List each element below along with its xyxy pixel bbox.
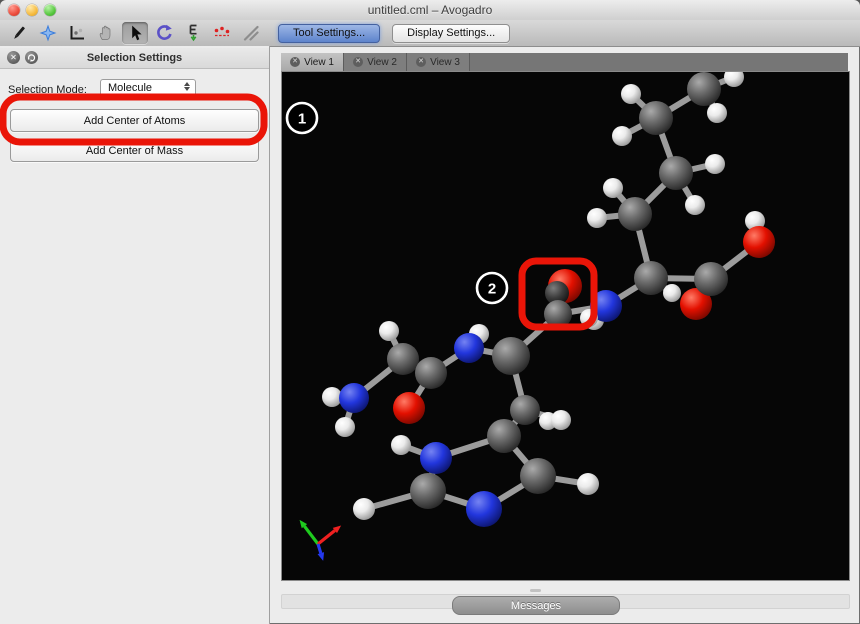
tool-settings-button[interactable]: Tool Settings... xyxy=(278,24,380,43)
title-bar: untitled.cml – Avogadro xyxy=(0,0,860,21)
selection-tool-button[interactable] xyxy=(122,22,148,44)
tab-view-1[interactable]: ✕ View 1 xyxy=(281,53,344,71)
dropdown-stepper-icon xyxy=(184,82,190,91)
atom-layer xyxy=(322,72,775,527)
display-settings-button[interactable]: Display Settings... xyxy=(392,24,510,43)
tab-label: View 2 xyxy=(367,57,397,68)
selection-mode-label: Selection Mode: xyxy=(8,84,87,96)
measure-tool-button[interactable] xyxy=(209,22,235,44)
navigate-tool-button[interactable] xyxy=(35,22,61,44)
draw-tool-icon xyxy=(9,23,29,43)
manipulate-tool-button[interactable] xyxy=(93,22,119,44)
molecule-viewport[interactable] xyxy=(281,71,850,581)
selection-mode-dropdown[interactable]: Molecule xyxy=(100,79,196,97)
align-tool-icon xyxy=(241,23,261,43)
toolbar: Tool Settings... Display Settings... xyxy=(0,20,860,47)
molecule-canvas xyxy=(282,72,849,580)
align-tool-button[interactable] xyxy=(238,22,264,44)
panel-header: ✕ Selection Settings xyxy=(0,48,269,69)
add-center-of-mass-button[interactable]: Add Center of Mass xyxy=(10,139,259,162)
selection-mode-value: Molecule xyxy=(108,82,152,94)
tab-view-2[interactable]: ✕ View 2 xyxy=(344,53,407,71)
tab-label: View 1 xyxy=(304,57,334,68)
auto-rotate-tool-icon xyxy=(154,23,174,43)
selection-tool-icon xyxy=(125,23,145,43)
navigate-tool-icon xyxy=(38,23,58,43)
tool-buttons xyxy=(0,22,264,44)
draw-tool-button[interactable] xyxy=(6,22,32,44)
axes-indicator-icon xyxy=(300,520,342,561)
view-tab-bar: ✕ View 1 ✕ View 2 ✕ View 3 xyxy=(281,53,848,72)
selection-settings-panel: ✕ Selection Settings Selection Mode: Mol… xyxy=(0,46,270,624)
tab-close-icon[interactable]: ✕ xyxy=(416,57,426,67)
bond-centric-tool-icon xyxy=(67,23,87,43)
window-title: untitled.cml – Avogadro xyxy=(0,3,860,17)
messages-button[interactable]: Messages xyxy=(452,596,620,615)
messages-splitter-handle[interactable] xyxy=(530,589,541,592)
add-center-of-atoms-button[interactable]: Add Center of Atoms xyxy=(10,109,259,132)
auto-rotate-tool-button[interactable] xyxy=(151,22,177,44)
avogadro-window: untitled.cml – Avogadro Tool Settings...… xyxy=(0,0,860,624)
manipulate-tool-icon xyxy=(96,23,116,43)
auto-optimize-tool-icon xyxy=(183,23,203,43)
tab-view-3[interactable]: ✕ View 3 xyxy=(407,53,470,71)
auto-optimize-tool-button[interactable] xyxy=(180,22,206,44)
tab-label: View 3 xyxy=(430,57,460,68)
tab-close-icon[interactable]: ✕ xyxy=(353,57,363,67)
bond-centric-tool-button[interactable] xyxy=(64,22,90,44)
measure-tool-icon xyxy=(212,23,232,43)
panel-title: Selection Settings xyxy=(0,52,269,64)
tab-close-icon[interactable]: ✕ xyxy=(290,57,300,67)
